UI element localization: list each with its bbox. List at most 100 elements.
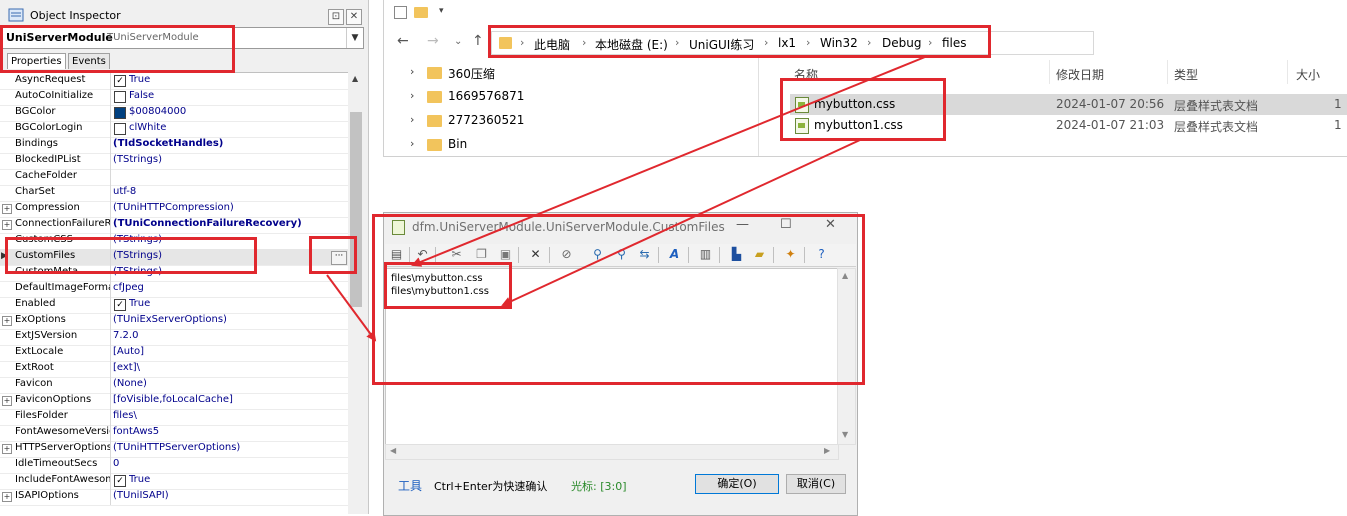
- property-name: FontAwesomeVersio: [15, 426, 110, 437]
- property-value[interactable]: $00804000: [129, 106, 348, 117]
- cancel-button[interactable]: 取消(C): [786, 474, 846, 494]
- property-row[interactable]: Favicon (None): [0, 377, 348, 394]
- column-separator[interactable]: [1287, 60, 1288, 84]
- property-row[interactable]: IncludeFontAwesom ✓ True: [0, 473, 348, 490]
- property-row[interactable]: Enabled ✓ True: [0, 297, 348, 314]
- property-row[interactable]: FilesFolder files\: [0, 409, 348, 426]
- horizontal-scrollbar[interactable]: ◀ ▶: [385, 444, 839, 460]
- property-row[interactable]: + Compression (TUniHTTPCompression): [0, 201, 348, 218]
- tree-item[interactable]: › Bin: [404, 134, 764, 156]
- property-value[interactable]: 7.2.0: [113, 330, 348, 341]
- expand-icon[interactable]: +: [2, 220, 12, 230]
- recent-icon[interactable]: ⌄: [454, 36, 462, 47]
- pin-icon[interactable]: ⊡: [328, 9, 344, 25]
- ok-button[interactable]: 确定(O): [695, 474, 779, 494]
- property-row[interactable]: Bindings (TIdSocketHandles): [0, 137, 348, 154]
- property-value[interactable]: False: [129, 90, 348, 101]
- checkbox[interactable]: ✓: [114, 299, 126, 311]
- property-row[interactable]: + ConnectionFailureRe (TUniConnectionFailu…: [0, 217, 348, 234]
- chevron-right-icon[interactable]: ›: [410, 65, 414, 78]
- inspector-scrollbar[interactable]: ▲: [348, 72, 364, 514]
- property-row[interactable]: BGColor $00804000: [0, 105, 348, 122]
- dropdown-icon[interactable]: ▾: [439, 6, 444, 16]
- scroll-up-icon[interactable]: ▲: [352, 74, 358, 83]
- property-value[interactable]: utf-8: [113, 186, 348, 197]
- column-divider: [110, 153, 111, 169]
- property-value[interactable]: True: [129, 298, 348, 309]
- column-separator[interactable]: [1049, 60, 1050, 84]
- property-value[interactable]: (TUniHTTPCompression): [113, 202, 348, 213]
- checkbox[interactable]: ✓: [114, 475, 126, 487]
- scroll-left-icon[interactable]: ◀: [390, 446, 396, 455]
- checkbox[interactable]: ✓: [114, 75, 126, 87]
- close-icon[interactable]: ✕: [346, 9, 362, 25]
- property-value[interactable]: fontAws5: [113, 426, 348, 437]
- property-value[interactable]: cfJpeg: [113, 282, 348, 293]
- property-row[interactable]: IdleTimeoutSecs 0: [0, 457, 348, 474]
- scroll-down-icon[interactable]: ▼: [842, 430, 848, 439]
- expand-icon[interactable]: +: [2, 492, 12, 502]
- chevron-right-icon[interactable]: ›: [410, 113, 414, 126]
- column-header-type[interactable]: 类型: [1174, 66, 1198, 83]
- annotation-box-lines: [384, 262, 512, 309]
- property-value[interactable]: [Auto]: [113, 346, 348, 357]
- property-value[interactable]: (TIdSocketHandles): [113, 138, 348, 149]
- checkbox-icon[interactable]: [394, 6, 407, 19]
- forward-icon[interactable]: →: [427, 33, 439, 49]
- property-row[interactable]: FontAwesomeVersio fontAws5: [0, 425, 348, 442]
- column-header-modified[interactable]: 修改日期: [1056, 66, 1104, 83]
- chevron-down-icon[interactable]: ▼: [346, 28, 363, 48]
- property-row[interactable]: BGColorLogin clWhite: [0, 121, 348, 138]
- scroll-right-icon[interactable]: ▶: [824, 446, 830, 455]
- scrollbar-thumb[interactable]: [350, 112, 362, 307]
- color-swatch: [114, 123, 126, 135]
- expand-icon[interactable]: +: [2, 204, 12, 214]
- property-row[interactable]: CharSet utf-8: [0, 185, 348, 202]
- pane-splitter[interactable]: [758, 58, 759, 156]
- checkbox[interactable]: [114, 91, 126, 103]
- property-row[interactable]: ExtLocale [Auto]: [0, 345, 348, 362]
- property-value[interactable]: (TUniISAPI): [113, 490, 348, 501]
- property-value[interactable]: (None): [113, 378, 348, 389]
- expand-icon[interactable]: +: [2, 396, 12, 406]
- property-value[interactable]: clWhite: [129, 122, 348, 133]
- property-name: BGColor: [15, 106, 56, 117]
- property-row[interactable]: AutoCoInitialize False: [0, 89, 348, 106]
- property-row[interactable]: + ExOptions (TUniExServerOptions): [0, 313, 348, 330]
- property-value[interactable]: True: [129, 474, 348, 485]
- property-row[interactable]: + ISAPIOptions (TUniISAPI): [0, 489, 348, 506]
- property-value[interactable]: [foVisible,foLocalCache]: [113, 394, 348, 405]
- property-row[interactable]: DefaultImageForma cfJpeg: [0, 281, 348, 298]
- tree-item[interactable]: › 360压缩: [404, 62, 764, 84]
- column-divider: [110, 281, 111, 297]
- column-separator[interactable]: [1167, 60, 1168, 84]
- property-name: HTTPServerOptions: [15, 442, 110, 453]
- column-header-size[interactable]: 大小: [1296, 66, 1320, 83]
- tree-item[interactable]: › 2772360521: [404, 110, 764, 132]
- property-row[interactable]: ExtJSVersion 7.2.0: [0, 329, 348, 346]
- property-row[interactable]: CacheFolder: [0, 169, 348, 186]
- property-row[interactable]: ExtRoot [ext]\: [0, 361, 348, 378]
- property-row[interactable]: AsyncRequest ✓ True: [0, 73, 348, 90]
- cursor-position: 光标: [3:0]: [571, 480, 627, 493]
- property-name: Bindings: [15, 138, 58, 149]
- property-value[interactable]: True: [129, 74, 348, 85]
- back-icon[interactable]: ←: [397, 33, 409, 49]
- property-value[interactable]: files\: [113, 410, 348, 421]
- tree-item[interactable]: › 1669576871: [404, 86, 764, 108]
- expand-icon[interactable]: +: [2, 444, 12, 454]
- chevron-right-icon[interactable]: ›: [410, 89, 414, 102]
- property-row[interactable]: + FaviconOptions [foVisible,foLocalCache]: [0, 393, 348, 410]
- property-row[interactable]: + HTTPServerOptions (TUniHTTPServerOptions…: [0, 441, 348, 458]
- property-value[interactable]: (TStrings): [113, 154, 348, 165]
- property-value[interactable]: [ext]\: [113, 362, 348, 373]
- up-icon[interactable]: ↑: [472, 33, 484, 49]
- chevron-right-icon[interactable]: ›: [410, 137, 414, 150]
- property-value[interactable]: (TUniExServerOptions): [113, 314, 348, 325]
- property-value[interactable]: 0: [113, 458, 348, 469]
- expand-icon[interactable]: +: [2, 316, 12, 326]
- property-value[interactable]: (TUniConnectionFailureRecovery): [113, 218, 348, 229]
- tools-link[interactable]: 工具: [398, 477, 422, 494]
- property-value[interactable]: (TUniHTTPServerOptions): [113, 442, 348, 453]
- property-row[interactable]: BlockedIPList (TStrings): [0, 153, 348, 170]
